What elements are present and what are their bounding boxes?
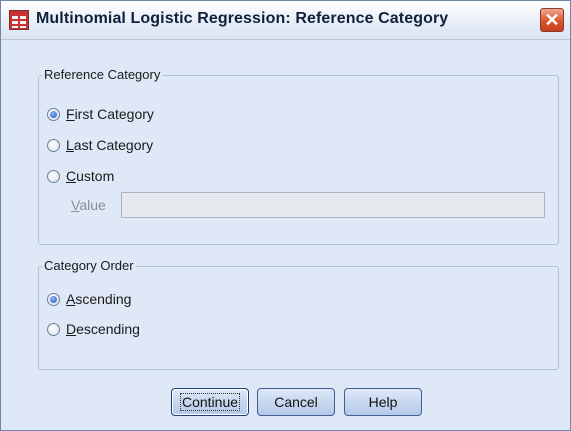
radio-button[interactable] [47,138,60,152]
mnemonic-a: A [66,291,76,307]
category-order-group: Category Order [38,258,559,370]
radio-last-category[interactable]: Last Category [47,137,153,153]
label-rest-descending: escending [76,321,140,337]
help-label: Help [368,394,398,410]
radio-button[interactable] [47,322,60,336]
mnemonic-c: C [66,168,77,184]
spss-data-grid-icon [9,10,29,30]
label-rest-ascending: scending [75,291,132,307]
cancel-button[interactable]: Cancel [257,388,335,416]
radio-button-selected[interactable] [47,107,60,121]
label-rest-first: irst Category [74,106,154,122]
mnemonic-d: D [66,321,77,337]
close-button[interactable]: ✕ [540,8,564,32]
close-icon: ✕ [544,10,560,30]
value-label: Value [71,197,106,213]
radio-label-ascending: Ascending [66,291,131,307]
radio-first-category[interactable]: First Category [47,106,154,122]
radio-ascending[interactable]: Ascending [47,291,131,307]
radio-button[interactable] [47,169,60,183]
radio-label-first-category: First Category [66,106,154,122]
continue-label: Continue [179,393,241,411]
dialog-window: Multinomial Logistic Regression: Referen… [0,0,571,431]
label-rest-last: ast Category [73,137,154,153]
help-button[interactable]: Help [344,388,422,416]
continue-button[interactable]: Continue [171,388,249,416]
value-label-rest: alue [79,197,106,213]
custom-value-input[interactable] [121,192,545,218]
mnemonic-f: F [66,106,75,122]
cancel-label: Cancel [274,394,318,410]
radio-label-descending: Descending [66,321,140,337]
reference-category-group: Reference Category [38,67,559,245]
radio-button-selected[interactable] [47,292,60,306]
radio-custom[interactable]: Custom [47,168,114,184]
title-bar[interactable]: Multinomial Logistic Regression: Referen… [1,1,570,40]
label-rest-custom: ustom [76,168,115,184]
mnemonic-l: L [66,137,74,153]
reference-category-legend: Reference Category [42,67,163,83]
radio-descending[interactable]: Descending [47,321,140,337]
radio-label-last-category: Last Category [66,137,153,153]
window-title: Multinomial Logistic Regression: Referen… [36,10,449,27]
dialog-body: Reference Category First Category Last C… [1,40,570,430]
category-order-legend: Category Order [42,258,136,274]
radio-label-custom: Custom [66,168,114,184]
